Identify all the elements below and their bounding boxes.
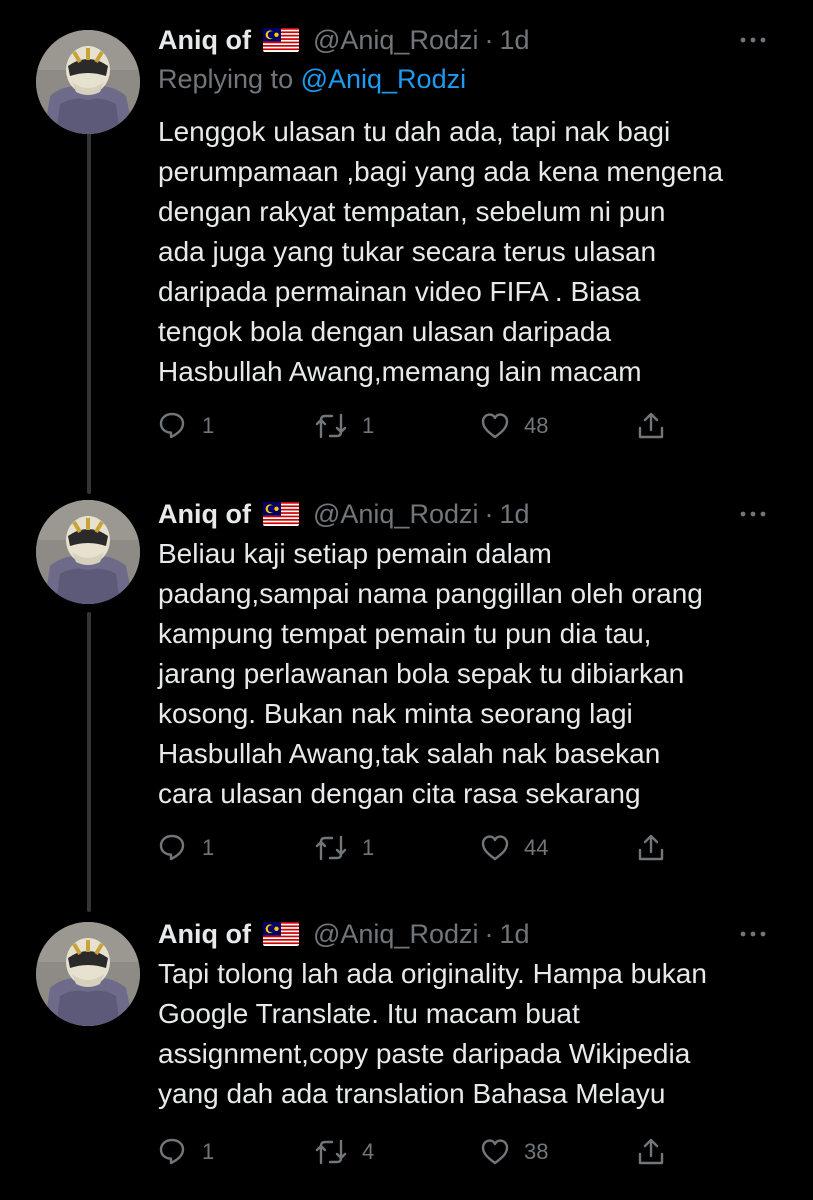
timestamp[interactable]: 1d [499,919,529,950]
tweet-text: Tapi tolong lah ada originality. Hampa b… [158,958,707,1109]
like-count: 44 [524,835,549,860]
reply-button[interactable]: 1 [158,828,214,868]
avatar[interactable] [36,500,140,604]
like-count: 38 [524,1139,549,1164]
author-name[interactable]: Aniq of [158,919,251,950]
retweet-button[interactable]: 4 [314,1132,374,1172]
share-upload-icon [636,411,666,441]
tweet-actions: 1 4 38 [158,1132,678,1172]
retweet-count: 1 [362,835,375,860]
like-button[interactable]: 44 [480,828,548,868]
avatar[interactable] [36,922,140,1026]
share-button[interactable] [636,828,666,868]
retweet-arrows-icon [314,1137,348,1167]
retweet-arrows-icon [314,833,348,863]
share-button[interactable] [636,1132,666,1172]
more-dots-icon[interactable] [733,494,773,534]
tweet-2[interactable]: Aniq of @Aniq_Rodzi · 1d Beliau kaji set… [0,480,813,900]
heart-icon [480,1137,510,1167]
tweet-text: Beliau kaji setiap pemain dalam padang,s… [158,538,703,809]
retweet-count: 1 [362,413,375,438]
tweet-actions: 1 1 48 [158,406,678,446]
tweet-actions: 1 1 44 [158,828,678,868]
reply-count: 1 [202,1139,215,1164]
like-button[interactable]: 48 [480,406,548,446]
heart-icon [480,411,510,441]
timestamp[interactable]: 1d [499,25,529,56]
timestamp[interactable]: 1d [499,499,529,530]
retweet-count: 4 [362,1139,375,1164]
separator-dot: · [484,918,494,949]
malaysia-flag-icon [262,502,299,526]
reply-button[interactable]: 1 [158,1132,214,1172]
like-count: 48 [524,413,549,438]
malaysia-flag-icon [262,922,299,946]
share-button[interactable] [636,406,666,446]
comment-bubble-icon [158,411,188,441]
retweet-button[interactable]: 1 [314,406,374,446]
comment-bubble-icon [158,833,188,863]
like-button[interactable]: 38 [480,1132,548,1172]
tweet-3[interactable]: Aniq of @Aniq_Rodzi · 1d Tapi tolong lah… [0,900,813,1200]
malaysia-flag-icon [262,28,299,52]
share-upload-icon [636,1137,666,1167]
author-name[interactable]: Aniq of [158,25,251,56]
replying-to: Replying to @Aniq_Rodzi [158,64,466,95]
replying-to-handle[interactable]: @Aniq_Rodzi [301,64,467,94]
avatar[interactable] [36,30,140,134]
comment-bubble-icon [158,1137,188,1167]
separator-dot: · [484,24,494,55]
author-name[interactable]: Aniq of [158,499,251,530]
heart-icon [480,833,510,863]
reply-count: 1 [202,835,215,860]
retweet-arrows-icon [314,411,348,441]
more-dots-icon[interactable] [733,20,773,60]
reply-button[interactable]: 1 [158,406,214,446]
retweet-button[interactable]: 1 [314,828,374,868]
tweet-text: Lenggok ulasan tu dah ada, tapi nak bagi… [158,116,724,387]
reply-count: 1 [202,413,215,438]
more-dots-icon[interactable] [733,914,773,954]
author-handle[interactable]: @Aniq_Rodzi [313,25,479,56]
separator-dot: · [484,498,494,529]
tweet-1[interactable]: Aniq of @Aniq_Rodzi · 1d Replying to @An… [0,0,813,480]
share-upload-icon [636,833,666,863]
replying-to-label: Replying to [158,64,301,94]
author-handle[interactable]: @Aniq_Rodzi [313,499,479,530]
author-handle[interactable]: @Aniq_Rodzi [313,919,479,950]
